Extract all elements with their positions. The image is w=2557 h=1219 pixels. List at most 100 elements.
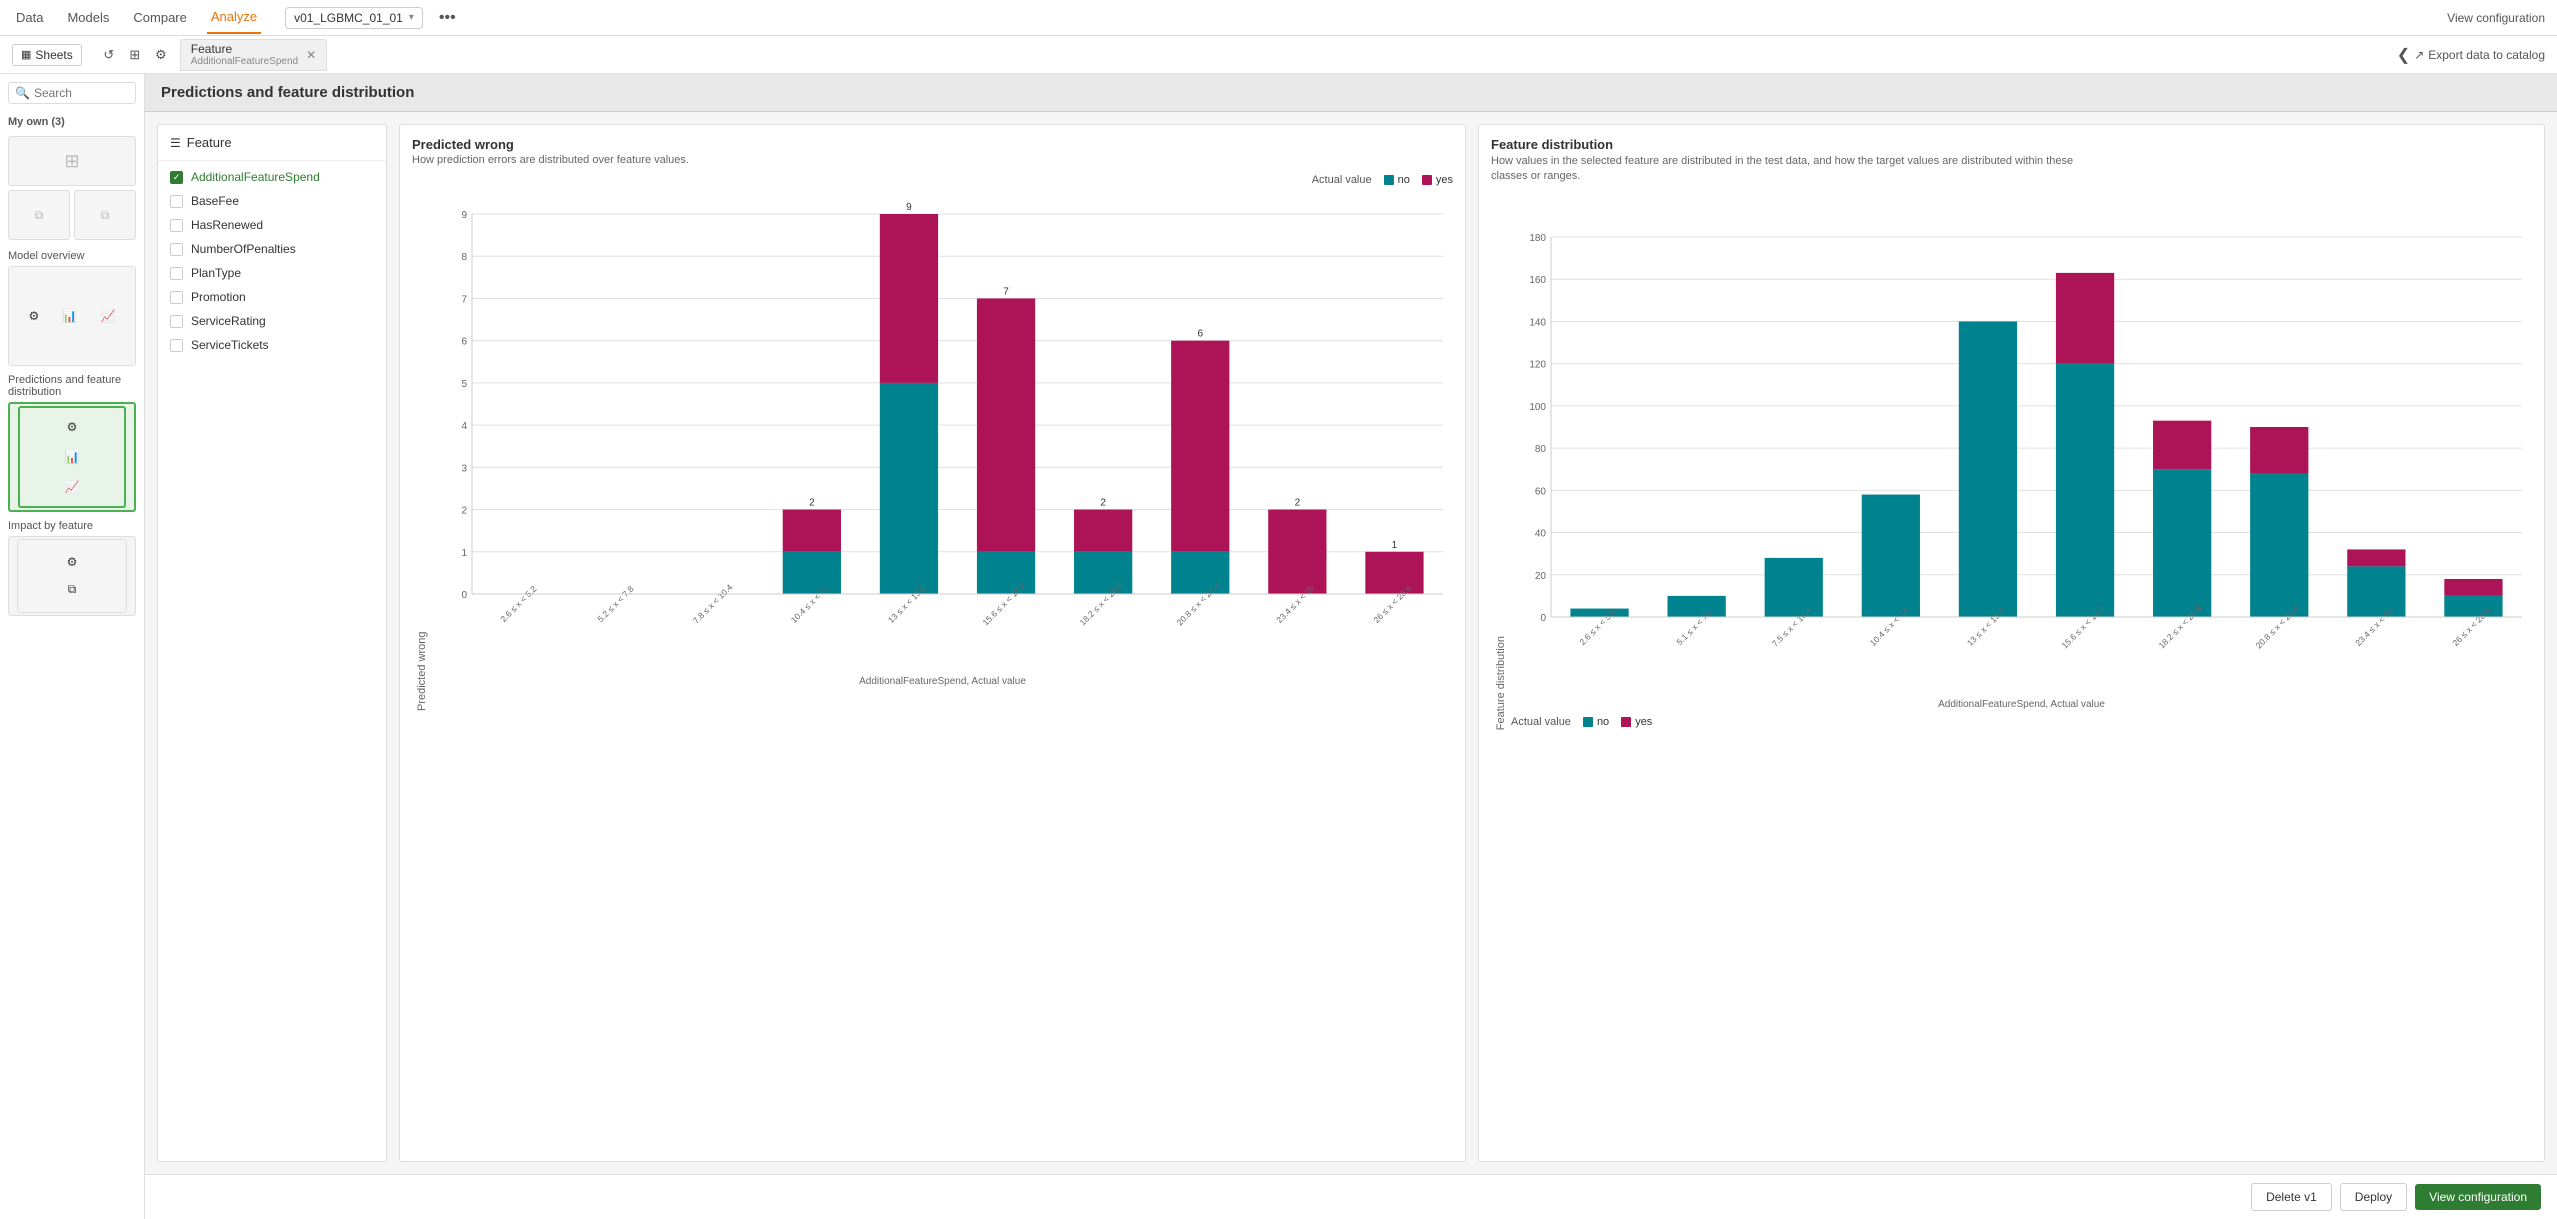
svg-text:2: 2 xyxy=(1295,498,1301,509)
model-selector-label: v01_LGBMC_01_01 xyxy=(294,11,403,25)
feature-list: ✓ AdditionalFeatureSpend BaseFee HasRenewed… xyxy=(158,161,386,1161)
delete-button[interactable]: Delete v1 xyxy=(2251,1183,2332,1211)
svg-text:100: 100 xyxy=(1529,402,1546,413)
sheet-grid-top: ⊞ ⧉ ⧉ xyxy=(0,132,144,244)
left-sidebar: 🔍 My own (3) ⊞ ⧉ ⧉ Model overview ⚙ 📊 📈 … xyxy=(0,74,145,1219)
feature-distribution-panel: Feature distribution How values in the s… xyxy=(1478,124,2545,1162)
feature-checkbox-servicetickets xyxy=(170,339,183,352)
svg-text:20: 20 xyxy=(1535,571,1547,582)
collapse-icon[interactable]: ❮ xyxy=(2397,45,2410,65)
svg-text:1: 1 xyxy=(461,548,467,559)
svg-text:40: 40 xyxy=(1535,528,1547,539)
nav-compare[interactable]: Compare xyxy=(129,2,190,33)
feature-item-additionalfeaturespend[interactable]: ✓ AdditionalFeatureSpend xyxy=(158,165,386,189)
feature-dist-title: Feature distribution xyxy=(1491,137,2532,152)
view-configuration-btn[interactable]: View configuration xyxy=(2447,11,2545,25)
model-overview-icons: ⚙ 📊 📈 xyxy=(9,267,135,365)
svg-text:1: 1 xyxy=(1392,540,1398,551)
predicted-wrong-legend: Actual value no yes xyxy=(1312,174,1453,186)
predicted-wrong-x-label: AdditionalFeatureSpend, Actual value xyxy=(432,676,1453,687)
svg-text:0: 0 xyxy=(1540,613,1546,624)
feature-panel-header: ☰ Feature xyxy=(158,125,386,161)
charts-area: ☰ Feature ✓ AdditionalFeatureSpend BaseFee… xyxy=(145,112,2557,1174)
feature-checkbox-additionalfeaturespend: ✓ xyxy=(170,171,183,184)
feature-item-basefee[interactable]: BaseFee xyxy=(158,189,386,213)
top-nav: Data Models Compare Analyze v01_LGBMC_01… xyxy=(0,0,2557,36)
legend-dot-no xyxy=(1384,175,1394,185)
export-label: Export data to catalog xyxy=(2428,48,2545,62)
predicted-wrong-title: Predicted wrong xyxy=(412,137,1453,152)
feature-item-plantype[interactable]: PlanType xyxy=(158,261,386,285)
svg-text:6: 6 xyxy=(1197,329,1203,340)
svg-text:9: 9 xyxy=(906,202,912,213)
feature-label-additionalfeaturespend: AdditionalFeatureSpend xyxy=(191,170,320,184)
model-selector[interactable]: v01_LGBMC_01_01 ▾ xyxy=(285,7,423,29)
svg-text:80: 80 xyxy=(1535,444,1547,455)
tab-close-icon[interactable]: ✕ xyxy=(306,48,316,62)
impact-icon-puzzle: ⧉ xyxy=(68,582,77,597)
feature-dist-svg: 0204060801001201401601802.6 ≤ x < 5.55.1… xyxy=(1511,217,2532,697)
view-config-action-button[interactable]: View configuration xyxy=(2415,1184,2541,1210)
svg-text:2: 2 xyxy=(1100,498,1106,509)
svg-text:2.6 ≤ x < 5.2: 2.6 ≤ x < 5.2 xyxy=(498,584,538,624)
svg-text:5: 5 xyxy=(461,379,467,390)
feature-item-promotion[interactable]: Promotion xyxy=(158,285,386,309)
feature-checkbox-basefee xyxy=(170,195,183,208)
sheet-card-2[interactable]: ⧉ xyxy=(74,190,136,240)
svg-text:4: 4 xyxy=(461,421,467,432)
svg-text:2: 2 xyxy=(461,506,467,517)
nav-models[interactable]: Models xyxy=(63,2,113,33)
toolbar-icon-settings[interactable]: ⚙ xyxy=(150,44,172,66)
predictions-card[interactable]: ⚙ 📊 📈 xyxy=(8,402,136,512)
toolbar-icon-refresh[interactable]: ↺ xyxy=(98,44,120,66)
search-input[interactable] xyxy=(34,86,129,100)
feature-tab[interactable]: Feature AdditionalFeatureSpend ✕ xyxy=(180,39,327,71)
feature-item-numberofpenalties[interactable]: NumberOfPenalties xyxy=(158,237,386,261)
fd-legend-item-no: no xyxy=(1583,716,1609,728)
impact-card[interactable]: ⚙ ⧉ xyxy=(8,536,136,616)
feature-dist-legend: Actual value no yes xyxy=(1511,716,2532,728)
my-own-label: My own (3) xyxy=(0,112,144,132)
sheet-card-1[interactable]: ⧉ xyxy=(8,190,70,240)
feature-panel-icon: ☰ xyxy=(170,136,181,150)
fd-legend-item-yes: yes xyxy=(1621,716,1652,728)
sheets-button[interactable]: ▦ Sheets xyxy=(12,44,82,66)
feature-item-servicetickets[interactable]: ServiceTickets xyxy=(158,333,386,357)
feature-dist-y-label: Feature distribution xyxy=(1491,217,1511,1149)
second-bar: ▦ Sheets ↺ ⊞ ⚙ Feature AdditionalFeature… xyxy=(0,36,2557,74)
bottom-bar: Delete v1 Deploy View configuration xyxy=(145,1174,2557,1219)
more-options-icon[interactable]: ••• xyxy=(439,9,456,27)
content-area: Predictions and feature distribution ☰ F… xyxy=(145,74,2557,1219)
puzzle-icon-2: ⧉ xyxy=(35,208,44,223)
nav-data[interactable]: Data xyxy=(12,2,47,33)
feature-label-hasrenewed: HasRenewed xyxy=(191,218,263,232)
feature-label-servicetickets: ServiceTickets xyxy=(191,338,269,352)
export-icon: ↗ xyxy=(2414,48,2424,62)
feature-item-servicerating[interactable]: ServiceRating xyxy=(158,309,386,333)
feature-checkbox-hasrenewed xyxy=(170,219,183,232)
deploy-button[interactable]: Deploy xyxy=(2340,1183,2407,1211)
feature-checkbox-numberofpenalties xyxy=(170,243,183,256)
svg-text:120: 120 xyxy=(1529,359,1546,370)
sheet-card-wide[interactable]: ⊞ xyxy=(8,136,136,186)
feature-label-basefee: BaseFee xyxy=(191,194,239,208)
toolbar-icon-grid[interactable]: ⊞ xyxy=(124,44,146,66)
legend-dot-yes xyxy=(1422,175,1432,185)
export-btn[interactable]: ↗ Export data to catalog xyxy=(2414,48,2545,62)
feature-item-hasrenewed[interactable]: HasRenewed xyxy=(158,213,386,237)
sheets-icon: ▦ xyxy=(21,48,31,61)
search-icon: 🔍 xyxy=(15,86,30,100)
feature-dist-x-label: AdditionalFeatureSpend, Actual value xyxy=(1511,699,2532,710)
search-box[interactable]: 🔍 xyxy=(8,82,136,104)
svg-text:7: 7 xyxy=(461,294,467,305)
impact-label: Impact by feature xyxy=(0,514,144,534)
legend-item-yes: yes xyxy=(1422,174,1453,186)
model-overview-card[interactable]: ⚙ 📊 📈 xyxy=(8,266,136,366)
feature-label-promotion: Promotion xyxy=(191,290,246,304)
model-icon-3: 📈 xyxy=(100,309,115,323)
nav-analyze[interactable]: Analyze xyxy=(207,1,261,34)
page-title: Predictions and feature distribution xyxy=(145,74,2557,112)
predictions-label: Predictions and feature distribution xyxy=(0,368,144,400)
second-bar-right: ❮ ↗ Export data to catalog xyxy=(2397,45,2545,65)
predicted-wrong-chart-inner: Predicted wrong 01234567892.6 ≤ x < 5.25… xyxy=(412,194,1453,1149)
